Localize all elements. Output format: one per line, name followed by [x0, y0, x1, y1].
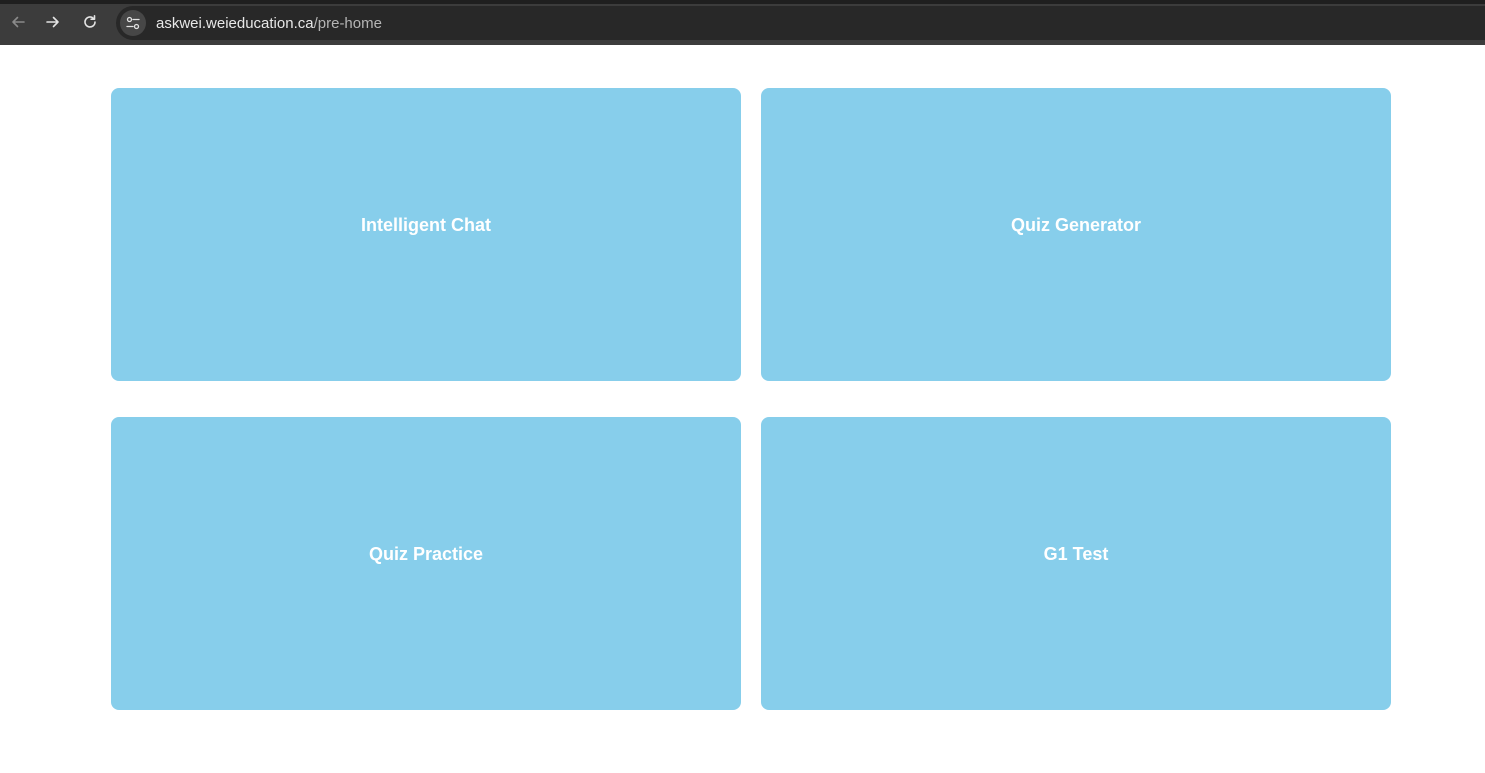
- address-bar[interactable]: askwei.weieducation.ca/pre-home: [116, 6, 1485, 40]
- card-label: Intelligent Chat: [361, 215, 491, 235]
- arrow-right-icon: [46, 16, 59, 28]
- url-text: askwei.weieducation.ca/pre-home: [156, 15, 382, 32]
- arrow-left-icon: [12, 16, 25, 28]
- reload-button[interactable]: [76, 8, 104, 36]
- card-grid: Intelligent Chat Quiz Generator Quiz Pra…: [111, 88, 1391, 710]
- quiz-practice-card[interactable]: Quiz Practice: [111, 417, 741, 710]
- url-host: askwei.weieducation.ca: [156, 14, 314, 32]
- site-info-button[interactable]: [120, 10, 146, 36]
- back-button[interactable]: [4, 8, 32, 36]
- card-label: Quiz Generator: [1010, 215, 1142, 235]
- g1-test-card[interactable]: G1 Test: [761, 417, 1391, 710]
- tune-icon: [126, 16, 140, 30]
- page-content: Intelligent Chat Quiz Generator Quiz Pra…: [0, 45, 1485, 773]
- url-path: /pre-home: [313, 14, 382, 32]
- card-label: Quiz Practice: [368, 544, 484, 564]
- intelligent-chat-card[interactable]: Intelligent Chat: [111, 88, 741, 381]
- browser-toolbar: askwei.weieducation.ca/pre-home: [0, 0, 1485, 45]
- card-label: G1 Test: [1043, 544, 1109, 564]
- reload-icon: [84, 15, 96, 28]
- quiz-generator-card[interactable]: Quiz Generator: [761, 88, 1391, 381]
- forward-button[interactable]: [39, 8, 67, 36]
